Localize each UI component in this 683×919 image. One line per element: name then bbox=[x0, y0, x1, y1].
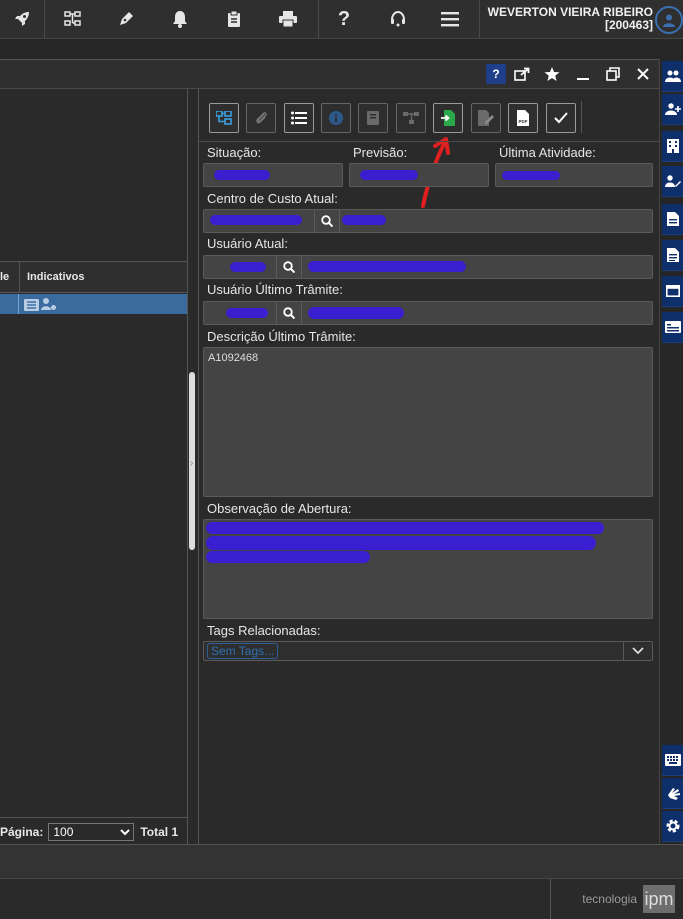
column-header-partial[interactable]: le bbox=[0, 271, 19, 283]
table-row[interactable] bbox=[0, 294, 187, 314]
descricao-textarea[interactable]: A1092468 bbox=[203, 347, 653, 497]
star-icon[interactable] bbox=[542, 64, 562, 84]
list-icon[interactable] bbox=[284, 103, 314, 133]
ultima-atividade-field[interactable] bbox=[495, 163, 653, 187]
list-panel: le Indicativos Página: 100 Total 1 bbox=[0, 89, 188, 844]
brand-text: tecnologia bbox=[582, 892, 637, 906]
observacao-label: Observação de Abertura: bbox=[207, 501, 352, 516]
sitemap-icon[interactable] bbox=[209, 103, 239, 133]
avatar[interactable] bbox=[655, 6, 683, 34]
window-title-bar: ? bbox=[0, 60, 659, 89]
info-icon[interactable] bbox=[321, 103, 351, 133]
list-icon bbox=[24, 298, 39, 316]
total-count: Total 1 bbox=[140, 824, 179, 839]
descricao-label: Descrição Último Trâmite: bbox=[207, 329, 356, 344]
window-icon[interactable] bbox=[662, 276, 683, 307]
grid-header: le Indicativos bbox=[0, 261, 187, 293]
clipboard-icon[interactable] bbox=[216, 0, 252, 38]
edit-document-icon[interactable] bbox=[471, 103, 501, 133]
bell-icon[interactable] bbox=[162, 0, 198, 38]
org-chart-icon[interactable] bbox=[55, 0, 91, 38]
headset-icon[interactable] bbox=[380, 0, 416, 38]
minimize-icon[interactable] bbox=[573, 64, 593, 84]
pdf-icon[interactable]: PDF bbox=[508, 103, 538, 133]
flow-icon[interactable] bbox=[396, 103, 426, 133]
paperclip-icon[interactable] bbox=[246, 103, 276, 133]
usuario-ultimo-tramite-field[interactable] bbox=[203, 301, 653, 325]
page-size-label: Página: bbox=[0, 824, 44, 839]
usuario-ultimo-tramite-label: Usuário Último Trâmite: bbox=[207, 282, 343, 297]
chevron-down-icon[interactable] bbox=[623, 642, 652, 660]
restore-icon[interactable] bbox=[603, 64, 623, 84]
svg-text:PDF: PDF bbox=[519, 119, 528, 124]
id-card-icon[interactable] bbox=[662, 312, 683, 343]
user-cog-icon bbox=[41, 297, 57, 316]
pager: Página: 100 Total 1 bbox=[0, 817, 187, 845]
tags-select[interactable]: Sem Tags... bbox=[203, 641, 653, 661]
printer-icon[interactable] bbox=[270, 0, 306, 38]
user-id: [200463] bbox=[604, 18, 653, 32]
footer: tecnologia ipm bbox=[0, 878, 683, 919]
building-icon[interactable] bbox=[662, 131, 683, 162]
right-sidebar bbox=[659, 59, 683, 844]
observacao-textarea[interactable] bbox=[203, 519, 653, 619]
ipm-logo: ipm bbox=[643, 885, 675, 913]
tags-label: Tags Relacionadas: bbox=[207, 623, 321, 638]
previsao-field[interactable] bbox=[349, 163, 489, 187]
ultima-atividade-label: Última Atividade: bbox=[499, 145, 596, 160]
users-icon[interactable] bbox=[662, 61, 683, 92]
usuario-atual-label: Usuário Atual: bbox=[207, 236, 288, 251]
window-help-button[interactable]: ? bbox=[486, 64, 506, 84]
close-icon[interactable] bbox=[633, 64, 653, 84]
menu-icon[interactable] bbox=[432, 0, 468, 38]
user-info[interactable]: WEVERTON VIEIRA RIBEIRO [200463] bbox=[488, 6, 653, 32]
gear-icon[interactable] bbox=[662, 811, 683, 842]
rocket-icon[interactable] bbox=[0, 0, 44, 38]
workspace-strip bbox=[0, 39, 683, 59]
situacao-label: Situação: bbox=[207, 145, 262, 160]
keyboard-icon[interactable] bbox=[662, 745, 683, 776]
share-icon[interactable] bbox=[512, 64, 532, 84]
top-bar: ? WEVERTON VIEIRA RIBEIRO [200463] bbox=[0, 0, 683, 39]
situacao-field[interactable] bbox=[203, 163, 343, 187]
pen-icon[interactable] bbox=[108, 0, 144, 38]
tags-placeholder: Sem Tags... bbox=[207, 643, 279, 659]
centro-custo-field[interactable] bbox=[203, 209, 653, 233]
book-icon[interactable] bbox=[358, 103, 388, 133]
previsao-label: Previsão: bbox=[353, 145, 408, 160]
user-edit-icon[interactable] bbox=[662, 166, 683, 197]
sign-language-icon[interactable] bbox=[662, 778, 683, 809]
column-header-indicativos[interactable]: Indicativos bbox=[27, 271, 84, 283]
help-icon[interactable]: ? bbox=[326, 0, 362, 38]
centro-custo-label: Centro de Custo Atual: bbox=[207, 191, 338, 206]
check-icon[interactable] bbox=[546, 103, 576, 133]
document-window: ? le Indicativos Página: 100 Total 1 › P… bbox=[0, 59, 660, 846]
document-lines-icon[interactable] bbox=[662, 240, 683, 271]
chevron-right-icon[interactable]: › bbox=[190, 458, 193, 469]
search-icon[interactable] bbox=[314, 210, 340, 232]
search-icon[interactable] bbox=[276, 302, 302, 324]
enter-document-icon[interactable] bbox=[433, 103, 463, 133]
page-size-select[interactable]: 100 bbox=[48, 822, 135, 841]
usuario-atual-field[interactable] bbox=[203, 255, 653, 279]
document-icon[interactable] bbox=[662, 204, 683, 235]
footer-brand: tecnologia ipm bbox=[550, 879, 683, 919]
descricao-value: A1092468 bbox=[208, 352, 259, 364]
status-bar bbox=[0, 844, 683, 878]
detail-panel: PDF Situação: Previsão: Última Atividade… bbox=[198, 89, 660, 844]
search-icon[interactable] bbox=[276, 256, 302, 278]
user-plus-icon[interactable] bbox=[662, 94, 683, 125]
